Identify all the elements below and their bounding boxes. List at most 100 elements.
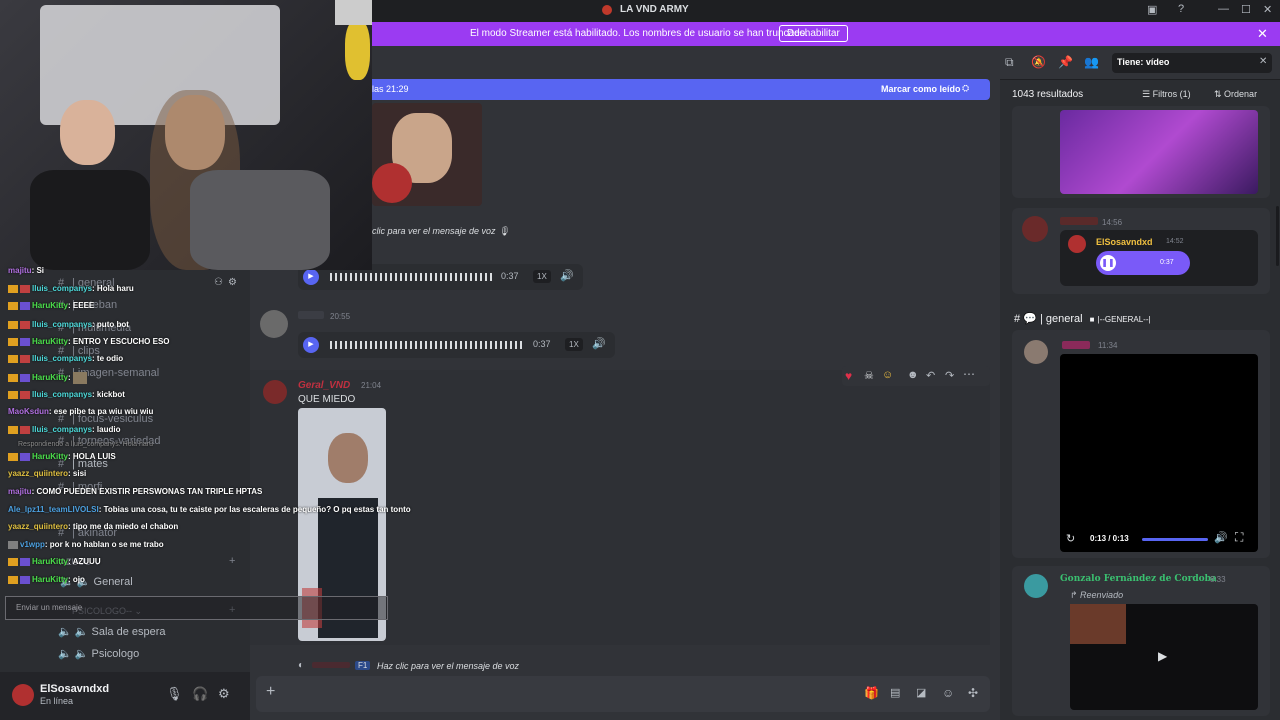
avatar[interactable] <box>1022 216 1048 242</box>
avatar[interactable] <box>12 684 34 706</box>
message-timestamp: 20:55 <box>330 312 351 321</box>
headphones-icon[interactable]: 🎧 <box>192 686 208 702</box>
microphone-icon[interactable]: 🎙 <box>166 686 183 702</box>
waveform[interactable] <box>330 273 495 281</box>
badge-icon <box>20 337 30 346</box>
embed-timestamp: 14:52 <box>1166 238 1184 245</box>
help-icon[interactable]: ? <box>1178 3 1184 15</box>
add-reaction-icon[interactable]: ☻ <box>907 369 919 381</box>
volume-icon[interactable]: 🔊 <box>1214 531 1228 544</box>
emoji-icon[interactable]: ☺ <box>942 686 954 700</box>
truncated-username[interactable] <box>1060 217 1098 225</box>
playback-speed-button[interactable]: 1X <box>565 338 583 351</box>
search-result-card[interactable]: Gonzalo Fernández de Cordoba 8:33 ↱ Reen… <box>1012 566 1270 716</box>
message-image[interactable] <box>372 103 482 206</box>
result-channel-header[interactable]: # 💬 | general ■ |--GENERAL--| <box>1014 312 1151 325</box>
results-scrollbar[interactable] <box>1276 206 1279 266</box>
new-messages-bar[interactable]: las 21:29 Marcar como leído ⛭ <box>372 79 990 100</box>
stream-chat-reply-context: Respondiendo a lluis_companys: Hola haru <box>18 441 154 448</box>
truncated-username[interactable] <box>1062 341 1090 349</box>
inbox-icon[interactable]: ▣ <box>1147 3 1157 16</box>
close-window-button[interactable]: ✕ <box>1263 3 1272 16</box>
result-video-thumbnail[interactable] <box>1060 110 1258 194</box>
message-actions-toolbar: ♥ ☠ ☺ ☻ ↶ ↷ ⋯ <box>842 366 990 386</box>
channel-settings-icon[interactable]: ⚙ <box>228 277 237 288</box>
maximize-button[interactable]: ☐ <box>1241 3 1251 16</box>
search-result-card[interactable]: 14:56 ElSosavndxd 14:52 ❚❚ 0:37 <box>1012 208 1270 294</box>
voice-channel-sala-de-espera[interactable]: 🔈 🔈 Sala de espera <box>58 625 166 638</box>
sort-button[interactable]: ⇅ Ordenar <box>1214 89 1257 100</box>
message-author[interactable]: Geral_VND <box>298 380 350 391</box>
smile-reaction-icon[interactable]: ☺ <box>882 369 893 381</box>
avatar <box>1068 235 1086 253</box>
pause-icon[interactable]: ❚❚ <box>1100 255 1116 271</box>
embed-voice-player[interactable]: ❚❚ 0:37 <box>1096 251 1190 275</box>
message-author[interactable]: Gonzalo Fernández de Cordoba <box>1060 574 1217 584</box>
message-composer[interactable]: + 🎁 ▤ ◪ ☺ ✣ <box>256 676 990 712</box>
volume-icon[interactable]: 🔊 <box>560 269 574 282</box>
video-progress-bar[interactable] <box>1142 538 1208 541</box>
notification-bell-icon[interactable]: 🔕 <box>1031 55 1046 69</box>
gif-icon[interactable]: ▤ <box>890 686 900 699</box>
reply-icon[interactable]: ↶ <box>926 369 935 382</box>
mark-as-read-button[interactable]: Marcar como leído <box>881 84 961 94</box>
forwarded-label: ↱ Reenviado <box>1070 590 1124 600</box>
playback-speed-button[interactable]: 1X <box>533 270 551 283</box>
threads-icon[interactable]: ⧉ <box>1005 55 1014 70</box>
voice-message-prompt[interactable]: clic para ver el mensaje de voz 🎙 <box>372 226 510 237</box>
avatar[interactable] <box>1024 574 1048 598</box>
search-filter-chip[interactable]: Tiene: vídeo <box>1117 57 1169 67</box>
heart-icon[interactable]: ♥ <box>845 369 852 383</box>
badge-icon <box>20 320 30 329</box>
voice-channel-psicologo[interactable]: 🔈 🔈 Psicologo <box>58 647 139 660</box>
truncated-username[interactable] <box>298 311 324 319</box>
stream-chat-input[interactable]: Enviar un mensaje <box>5 596 388 620</box>
embedded-voice-message[interactable]: ElSosavndxd 14:52 ❚❚ 0:37 <box>1060 230 1258 286</box>
search-result-card[interactable] <box>1012 106 1270 198</box>
apps-icon[interactable]: ✣ <box>968 686 978 700</box>
avatar[interactable] <box>260 310 288 338</box>
filters-button[interactable]: ☰ Filtros (1) <box>1142 89 1191 100</box>
fullscreen-icon[interactable]: ⛶ <box>1235 530 1243 545</box>
members-icon[interactable]: 👥 <box>1084 55 1099 69</box>
volume-icon[interactable]: 🔊 <box>592 337 606 350</box>
stream-chat-line: Ale_lpz11_teamLIVOLSI: Tobias una cosa, … <box>8 505 411 514</box>
badge-icon <box>8 575 18 584</box>
voice-duration: 0:37 <box>533 339 551 349</box>
add-attachment-icon[interactable]: + <box>266 683 275 701</box>
badge-icon <box>20 557 30 566</box>
invite-icon[interactable]: ⚇ <box>214 277 223 288</box>
avatar[interactable] <box>263 380 287 404</box>
truncated-username[interactable] <box>312 662 350 668</box>
play-icon[interactable]: ▶ <box>303 269 319 285</box>
minimize-button[interactable]: — <box>1218 3 1229 15</box>
stream-chat-line: majitu: Si <box>8 266 45 275</box>
play-icon[interactable]: ▶ <box>303 337 319 353</box>
waveform[interactable] <box>330 341 525 349</box>
disable-streamer-button[interactable]: Deshabilitar <box>779 25 848 42</box>
add-channel-icon[interactable]: + <box>229 555 235 567</box>
streamer-face <box>60 100 115 165</box>
stream-chat-line: HaruKitty: HOLA LUIS <box>8 452 116 461</box>
emoji-reaction-icon[interactable]: ☠ <box>864 369 874 382</box>
gift-icon[interactable]: 🎁 <box>864 686 879 700</box>
avatar[interactable] <box>1024 340 1048 364</box>
stream-chat-line: HaruKitty: ENTRO Y ESCUCHO ESO <box>8 337 170 346</box>
replay-icon[interactable]: ↻ <box>1066 532 1075 545</box>
forward-icon[interactable]: ↷ <box>945 369 954 382</box>
play-icon[interactable]: ▶ <box>1158 649 1167 663</box>
settings-gear-icon[interactable]: ⚙ <box>218 686 230 702</box>
more-options-icon[interactable]: ⋯ <box>963 367 975 381</box>
forwarded-video[interactable]: ▶ <box>1070 604 1258 710</box>
username[interactable]: ElSosavndxd <box>40 683 109 695</box>
video-player[interactable]: ↻ 0:13 / 0:13 🔊 ⛶ <box>1060 354 1258 552</box>
stream-chat-line: lluis_companys: Hola haru <box>8 284 134 293</box>
close-banner-icon[interactable]: ✕ <box>1257 26 1268 42</box>
clear-search-icon[interactable]: ✕ <box>1259 56 1267 67</box>
badge-icon <box>8 557 18 566</box>
search-result-card[interactable]: 11:34 ↻ 0:13 / 0:13 🔊 ⛶ <box>1012 330 1270 558</box>
sticker-icon[interactable]: ◪ <box>916 686 926 699</box>
search-input[interactable]: Tiene: vídeo ✕ <box>1112 53 1272 73</box>
reply-text[interactable]: Haz clic para ver el mensaje de voz <box>377 661 519 671</box>
pin-icon[interactable]: 📌 <box>1058 55 1073 69</box>
